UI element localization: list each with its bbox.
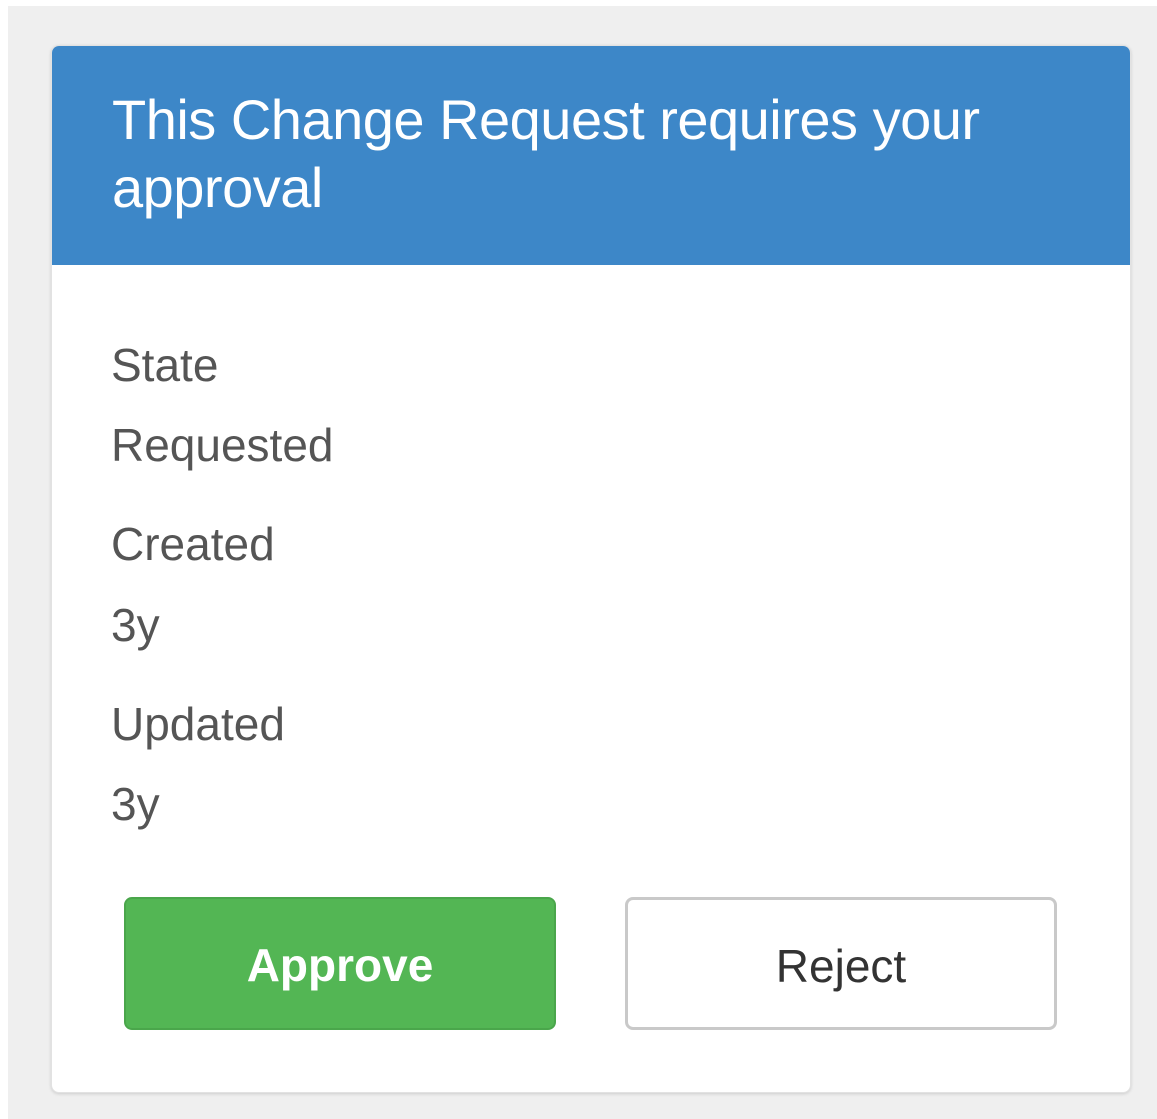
- card-title: This Change Request requires your approv…: [112, 88, 980, 219]
- reject-button[interactable]: Reject: [625, 897, 1057, 1030]
- created-value: 3y: [111, 599, 160, 651]
- state-label: State: [111, 339, 219, 391]
- created-label: Created: [111, 518, 275, 570]
- updated-label: Updated: [111, 698, 285, 750]
- approval-card: This Change Request requires your approv…: [51, 45, 1131, 1093]
- card-header: This Change Request requires your approv…: [52, 46, 1130, 265]
- state-value: Requested: [111, 419, 334, 471]
- updated-value: 3y: [111, 778, 160, 830]
- approve-button[interactable]: Approve: [124, 897, 556, 1030]
